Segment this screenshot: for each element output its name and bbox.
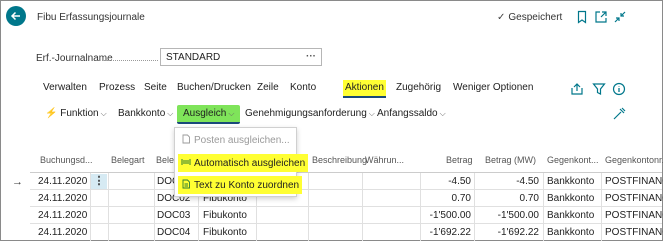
cell-bal-no[interactable]: POSTFINANCE bbox=[605, 227, 663, 238]
cell-bal-no[interactable]: POSTFINANCE bbox=[605, 210, 663, 221]
cell-amount-lcy[interactable]: -1'500.00 bbox=[477, 210, 539, 221]
title-bar: Fibu Erfassungsjournale ✓ Gespeichert bbox=[1, 1, 662, 31]
document-text-icon bbox=[182, 179, 190, 189]
page-title: Fibu Erfassungsjournale bbox=[37, 12, 145, 23]
table-row[interactable]: 24.11.2020 DOC04 Fibukonto -1'692.22 -1'… bbox=[1, 224, 663, 240]
journal-name-input[interactable]: STANDARD ··· bbox=[160, 48, 322, 66]
cell-bal-no[interactable]: POSTFINANCE bbox=[605, 176, 663, 187]
lookup-ellipsis-button[interactable]: ··· bbox=[306, 51, 316, 62]
tab-prozess[interactable]: Prozess bbox=[99, 82, 135, 93]
check-icon: ✓ bbox=[497, 12, 506, 23]
genehmigung-label: Genehmigungsanforderung bbox=[245, 108, 367, 119]
col-header-gegenkontoart[interactable]: Gegenkont... bbox=[547, 155, 599, 165]
journal-name-label: Erf.-Journalname bbox=[36, 53, 113, 64]
share-icon[interactable] bbox=[570, 82, 584, 96]
cell-date[interactable]: 24.11.2020 bbox=[38, 176, 87, 187]
back-button[interactable] bbox=[6, 6, 26, 26]
chevron-down-icon: ⌵ bbox=[228, 109, 235, 118]
info-icon[interactable] bbox=[612, 82, 626, 96]
table-row[interactable]: 24.11.2020 DOC0 -4.50 -4.50 Bankkonto PO… bbox=[1, 173, 663, 189]
cell-doc[interactable]: DOC04 bbox=[157, 227, 190, 238]
personalize-icon[interactable] bbox=[612, 107, 626, 121]
cell-amount[interactable]: 0.70 bbox=[423, 193, 471, 204]
saved-status-label: Gespeichert bbox=[508, 12, 563, 23]
cell-account-type[interactable]: Fibukonto bbox=[203, 210, 247, 221]
document-icon bbox=[182, 134, 190, 144]
bankkonto-label: Bankkonto bbox=[118, 108, 166, 119]
bankkonto-button[interactable]: Bankkonto ⌵ bbox=[118, 108, 173, 119]
tab-aktionen[interactable]: Aktionen bbox=[343, 80, 386, 98]
tab-weniger-optionen[interactable]: Weniger Optionen bbox=[453, 82, 533, 93]
cell-date[interactable]: 24.11.2020 bbox=[38, 227, 87, 238]
menu-item-label: Text zu Konto zuordnen bbox=[194, 180, 300, 191]
cell-bal-no[interactable]: POSTFINANCE bbox=[605, 193, 663, 204]
ausgleich-dropdown-menu: Posten ausgleichen... Automatisch ausgle… bbox=[174, 127, 309, 197]
cell-date[interactable]: 24.11.2020 bbox=[38, 210, 87, 221]
cell-amount-lcy[interactable]: -4.50 bbox=[477, 176, 539, 187]
ausgleich-label: Ausgleich bbox=[183, 108, 227, 119]
col-header-waehrung[interactable]: Währun... bbox=[365, 155, 404, 165]
arrow-left-icon bbox=[10, 11, 20, 21]
chevron-down-icon: ⌵ bbox=[439, 109, 446, 118]
lightning-icon: ⚡ bbox=[45, 108, 58, 119]
col-header-betrag[interactable]: Betrag bbox=[446, 155, 473, 165]
tab-zugehoerig[interactable]: Zugehörig bbox=[396, 82, 441, 93]
col-header-buchungsdatum[interactable]: Buchungsd... bbox=[40, 155, 93, 165]
anfangssaldo-button[interactable]: Anfangssaldo ⌵ bbox=[377, 108, 446, 119]
tab-buchen-drucken[interactable]: Buchen/Drucken bbox=[177, 82, 251, 93]
open-new-window-icon[interactable] bbox=[594, 10, 608, 24]
col-header-betrag-mw[interactable]: Betrag (MW) bbox=[485, 155, 536, 165]
bookmark-icon[interactable] bbox=[575, 10, 589, 24]
cell-amount[interactable]: -4.50 bbox=[423, 176, 471, 187]
cell-date[interactable]: 24.11.2020 bbox=[38, 193, 87, 204]
chevron-down-icon: ⌵ bbox=[368, 109, 375, 118]
cell-amount[interactable]: -1'500.00 bbox=[423, 210, 471, 221]
journal-name-value: STANDARD bbox=[166, 52, 221, 63]
col-header-beschreibung[interactable]: Beschreibung bbox=[312, 155, 367, 165]
apply-entries-icon bbox=[181, 159, 191, 165]
cell-amount-lcy[interactable]: -1'692.22 bbox=[477, 227, 539, 238]
anfangssaldo-label: Anfangssaldo bbox=[377, 108, 438, 119]
tab-konto[interactable]: Konto bbox=[290, 82, 316, 93]
funktion-label: Funktion bbox=[60, 108, 99, 119]
cell-doc[interactable]: DOC03 bbox=[157, 210, 190, 221]
cell-bal-type[interactable]: Bankkonto bbox=[547, 227, 594, 238]
col-header-belegart[interactable]: Belegart bbox=[111, 155, 145, 165]
field-leader-dots bbox=[104, 60, 158, 61]
col-header-gegenkontonr[interactable]: Gegenkontonr. bbox=[605, 155, 663, 165]
cell-bal-type[interactable]: Bankkonto bbox=[547, 176, 594, 187]
genehmigungsanforderung-button[interactable]: Genehmigungsanforderung ⌵ bbox=[245, 108, 375, 119]
tab-seite[interactable]: Seite bbox=[144, 82, 167, 93]
table-row[interactable]: 24.11.2020 DOC03 Fibukonto -1'500.00 -1'… bbox=[1, 207, 663, 223]
menu-item-label: Posten ausgleichen... bbox=[194, 135, 290, 146]
filter-icon[interactable] bbox=[592, 82, 606, 96]
cell-bal-type[interactable]: Bankkonto bbox=[547, 210, 594, 221]
tab-verwalten[interactable]: Verwalten bbox=[43, 82, 87, 93]
tab-zeile[interactable]: Zeile bbox=[257, 82, 279, 93]
cell-account-type[interactable]: Fibukonto bbox=[203, 227, 247, 238]
cell-bal-type[interactable]: Bankkonto bbox=[547, 193, 594, 204]
menu-item-label: Automatisch ausgleichen bbox=[194, 158, 306, 169]
menu-item-posten-ausgleichen[interactable]: Posten ausgleichen... bbox=[178, 131, 293, 149]
table-row[interactable]: 24.11.2020 DOC02 Fibukonto 0.70 0.70 Ban… bbox=[1, 190, 663, 206]
cell-amount-lcy[interactable]: 0.70 bbox=[477, 193, 539, 204]
cell-amount[interactable]: -1'692.22 bbox=[423, 227, 471, 238]
menu-item-automatisch-ausgleichen[interactable]: Automatisch ausgleichen bbox=[178, 154, 309, 172]
chevron-down-icon: ⌵ bbox=[167, 109, 174, 118]
collapse-icon[interactable] bbox=[613, 10, 627, 24]
saved-status: ✓ Gespeichert bbox=[497, 12, 562, 23]
menu-item-text-zu-konto-zuordnen[interactable]: Text zu Konto zuordnen bbox=[178, 176, 303, 194]
ausgleich-button[interactable]: Ausgleich ⌵ bbox=[177, 105, 241, 124]
chevron-down-icon: ⌵ bbox=[100, 109, 107, 118]
funktion-button[interactable]: ⚡ Funktion ⌵ bbox=[45, 108, 107, 119]
